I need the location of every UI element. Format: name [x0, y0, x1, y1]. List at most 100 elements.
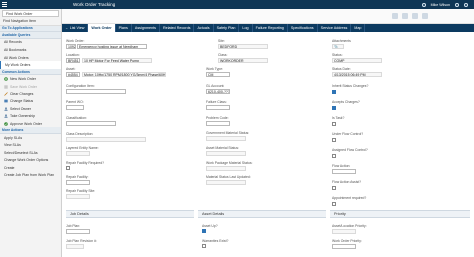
work-order-description-field[interactable]: Emergency hosting issue at Needham — [77, 44, 147, 50]
hamburger-menu-icon[interactable] — [0, 0, 9, 9]
action-select-owner[interactable]: Select Owner — [0, 105, 61, 112]
tab-map[interactable]: Map — [351, 24, 366, 32]
flow-action-field[interactable] — [332, 169, 356, 175]
action-approve-work-order[interactable]: Approve Work Order — [0, 120, 61, 127]
repair-facility-field[interactable] — [66, 180, 90, 186]
record-tabs: ← List View Work Order Plans Assignments… — [62, 24, 474, 32]
work-order-priority-field[interactable] — [332, 244, 356, 250]
work-order-form: Work Order: 1092 Emergency hosting issue… — [62, 32, 474, 257]
under-flow-checkbox[interactable] — [332, 138, 336, 142]
work-type-label: Work Type: — [206, 67, 224, 71]
go-to-apps-label: Go To Applications — [2, 26, 33, 31]
query-label: All Bookmarks — [4, 47, 27, 52]
help-icon[interactable] — [455, 2, 459, 7]
app-title: Work Order Tracking — [73, 2, 116, 7]
attachments-icon[interactable]: 📎 — [332, 44, 344, 50]
assigned-flow-label: Assigned Flow Control? — [332, 148, 368, 152]
status-icon — [3, 99, 8, 103]
tab-service-address[interactable]: Service Address — [318, 24, 352, 32]
more-action-item[interactable]: Change Work Order Options — [0, 156, 61, 164]
problem-code-field[interactable] — [206, 121, 230, 127]
work-type-field[interactable]: CM — [206, 72, 230, 78]
more-action-item[interactable]: View SLAs — [0, 141, 61, 149]
action-save-work-order[interactable]: Save Work Order — [0, 83, 61, 90]
tab-label: Log — [242, 26, 249, 30]
tab-related-records[interactable]: Related Records — [160, 24, 195, 32]
repair-facility-checkbox[interactable] — [66, 166, 70, 170]
inherit-status-label: Inherit Status Changes? — [332, 84, 369, 88]
tab-actuals[interactable]: Actuals — [194, 24, 214, 32]
tab-plans[interactable]: Plans — [116, 24, 132, 32]
toolbar-button[interactable] — [412, 13, 418, 19]
warranties-checkbox[interactable] — [202, 244, 206, 248]
query-item[interactable]: All Work Orders — [0, 54, 61, 62]
toolbar-button[interactable] — [392, 13, 398, 19]
tab-label: Work Order — [91, 26, 112, 30]
title-bar: Work Order Tracking Mike Wilson — [0, 0, 474, 9]
sidebar: Find Work Order Find Navigation Item Go … — [0, 9, 62, 257]
tab-list-view[interactable]: ← List View — [62, 24, 89, 32]
query-item-selected[interactable]: My Work Orders — [0, 61, 61, 69]
more-action-item[interactable]: Create Job Plan from Work Plan — [0, 172, 61, 180]
save-icon — [3, 84, 8, 89]
notifications-icon[interactable] — [421, 2, 426, 7]
tab-log[interactable]: Log — [239, 24, 253, 32]
tab-safety-plan[interactable]: Safety Plan — [214, 24, 240, 32]
location-field[interactable]: BR451 — [66, 58, 80, 64]
more-action-item[interactable]: Select/Deselect SLAs — [0, 149, 61, 157]
accepts-charges-checkbox[interactable] — [332, 106, 336, 110]
query-label: All Work Orders — [4, 55, 29, 60]
plus-icon — [3, 77, 8, 81]
asset-field[interactable]: #4554 — [66, 72, 80, 78]
flow-action-assist-checkbox[interactable] — [332, 186, 336, 190]
action-take-ownership[interactable]: Take Ownership — [0, 112, 61, 119]
assigned-flow-checkbox[interactable] — [332, 154, 336, 158]
work-order-field[interactable]: 1092 — [66, 44, 76, 50]
status-date-field: 4/13/2015 06:49 PM — [332, 72, 382, 78]
action-change-status[interactable]: Change Status — [0, 98, 61, 105]
asset-up-checkbox[interactable] — [202, 229, 206, 233]
location-label: Location: — [66, 53, 80, 57]
tab-assignments[interactable]: Assignments — [132, 24, 160, 32]
repair-facility-required-label: Repair Facility Required? — [66, 161, 105, 165]
class-description-label: Class Description: — [66, 132, 94, 136]
tab-label: List View — [69, 26, 85, 30]
gl-account-field[interactable]: 6210-400-??? — [206, 89, 230, 95]
configuration-item-field[interactable] — [66, 89, 126, 95]
action-clear-changes[interactable]: Clear Changes — [0, 90, 61, 97]
query-item[interactable]: All Records — [0, 39, 61, 47]
toolbar-button[interactable] — [402, 13, 408, 19]
query-item[interactable]: All Bookmarks — [0, 46, 61, 54]
failure-class-field[interactable] — [206, 105, 230, 111]
parent-wo-field[interactable] — [66, 105, 84, 111]
repair-facility-site-label: Repair Facility Site: — [66, 189, 96, 193]
class-label: Class: — [218, 53, 228, 57]
settings-icon[interactable] — [464, 2, 468, 7]
job-details-section[interactable]: Job Details — [66, 210, 194, 218]
more-action-item[interactable]: Create — [0, 164, 61, 172]
tab-specifications[interactable]: Specifications — [288, 24, 318, 32]
inherit-status-checkbox[interactable] — [332, 90, 336, 94]
tab-failure-reporting[interactable]: Failure Reporting — [253, 24, 288, 32]
asset-details-section[interactable]: Asset Details — [198, 210, 326, 218]
parent-wo-label: Parent WO: — [66, 100, 84, 104]
find-navigation-item[interactable]: Find Navigation Item — [0, 17, 61, 26]
is-task-checkbox[interactable] — [332, 122, 336, 126]
query-label: My Work Orders — [5, 63, 31, 68]
more-action-item[interactable]: Apply SLAs — [0, 134, 61, 142]
site-field: BEDFORD — [218, 44, 268, 50]
toolbar — [62, 9, 474, 24]
appointment-checkbox[interactable] — [332, 202, 336, 206]
action-new-work-order[interactable]: New Work Order — [0, 75, 61, 82]
work-order-label: Work Order: — [66, 39, 85, 43]
work-order-priority-label: Work Order Priority: — [332, 239, 362, 243]
job-plan-field[interactable] — [66, 229, 90, 235]
find-work-order-input[interactable]: Find Work Order — [2, 10, 59, 17]
priority-section[interactable]: Priority — [330, 210, 470, 218]
toolbar-button[interactable] — [422, 13, 428, 19]
user-name[interactable]: Mike Wilson — [431, 3, 450, 7]
asset-material-label: Asset Material Status: — [206, 146, 239, 150]
clear-icon — [3, 92, 8, 96]
tab-work-order[interactable]: Work Order — [88, 24, 116, 32]
classification-field[interactable] — [66, 121, 116, 127]
